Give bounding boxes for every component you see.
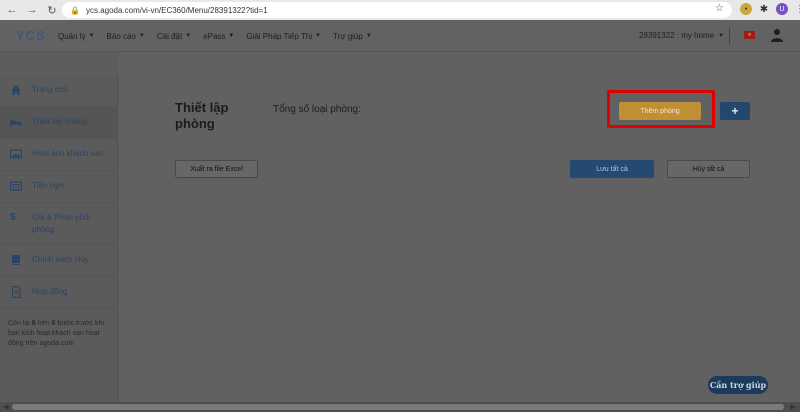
scroll-left-icon[interactable]: ◀ bbox=[1, 402, 11, 412]
sidebar-item-label: Giá & Phân phối phòng bbox=[32, 213, 91, 234]
menu-giai-phap[interactable]: Giải Pháp Tiếp Thị ▼ bbox=[246, 32, 321, 41]
bookmark-star-icon[interactable]: ☆ bbox=[715, 3, 724, 14]
setup-progress-note: Còn lại 6 trên 6 bước trước khi bạn kích… bbox=[8, 320, 105, 347]
add-plus-button[interactable]: + bbox=[720, 102, 750, 120]
export-excel-button[interactable]: Xuất ra file Excel bbox=[175, 160, 258, 178]
menu-quan-ly[interactable]: Quản lý ▼ bbox=[58, 32, 95, 41]
sidebar-item-amenities[interactable]: Tiện nghi bbox=[0, 171, 117, 203]
profile-avatar-icon[interactable]: U bbox=[776, 3, 788, 15]
ycs-logo[interactable]: YCS bbox=[16, 28, 46, 43]
sidebar-item-rates[interactable]: $ Giá & Phân phối phòng bbox=[0, 203, 117, 245]
vietnam-flag-icon[interactable]: ★ bbox=[744, 31, 755, 39]
menu-tro-giup[interactable]: Trợ giúp ▼ bbox=[333, 32, 372, 41]
sidebar-item-room-setup[interactable]: Thiết lập phòng bbox=[0, 107, 117, 139]
total-room-types-label: Tổng số loại phòng: bbox=[273, 104, 361, 115]
sidebar-item-label: Tiện nghi bbox=[32, 181, 65, 190]
main-content: Thiết lập phòng Tổng số loại phòng: Thêm… bbox=[119, 52, 800, 412]
sidebar-item-label: Trang chủ bbox=[32, 85, 68, 94]
menu-epass[interactable]: ePass ▼ bbox=[203, 32, 234, 41]
puzzle-icon[interactable]: ✱ bbox=[758, 3, 770, 15]
sidebar-item-label: Hợp đồng bbox=[32, 287, 68, 296]
reload-icon[interactable]: ↻ bbox=[44, 2, 60, 18]
caret-down-icon: ▼ bbox=[88, 33, 95, 39]
dollar-icon: $ bbox=[10, 212, 16, 223]
book-icon bbox=[10, 254, 22, 266]
image-icon bbox=[9, 148, 23, 160]
highlight-annotation bbox=[607, 90, 715, 128]
header-divider bbox=[729, 28, 730, 44]
user-icon[interactable] bbox=[770, 28, 784, 42]
account-selector[interactable]: 28391322 : my home ▼ bbox=[639, 31, 724, 40]
menu-cai-dat[interactable]: Cài đặt ▼ bbox=[157, 32, 191, 41]
caret-down-icon: ▼ bbox=[315, 33, 321, 39]
back-icon[interactable]: ← bbox=[4, 2, 20, 18]
app-header: YCS Quản lý ▼ Báo cáo ▼ Cài đặt ▼ ePass ▼ Gi… bbox=[0, 20, 800, 52]
sidebar-item-home[interactable]: Trang chủ bbox=[0, 75, 117, 107]
cancel-all-button[interactable]: Hủy tất cả bbox=[667, 160, 750, 178]
sidebar: Trang chủ Thiết lập phòng Hình ảnh khách… bbox=[0, 75, 118, 412]
list-icon bbox=[9, 180, 23, 192]
account-label: 28391322 : my home bbox=[639, 31, 715, 40]
caret-down-icon: ▼ bbox=[138, 33, 145, 39]
sidebar-item-label: Thiết lập phòng bbox=[32, 117, 88, 126]
document-icon bbox=[10, 285, 22, 299]
url-text: ycs.agoda.com/vi-vn/EC360/Menu/28391322?… bbox=[85, 5, 268, 15]
sidebar-item-label: Chính sách Hủy bbox=[32, 255, 89, 264]
browser-toolbar: ← → ↻ 🔒 ycs.agoda.com/vi-vn/EC360/Menu/2… bbox=[0, 0, 800, 20]
bed-icon bbox=[10, 116, 22, 128]
caret-down-icon: ▼ bbox=[718, 32, 725, 39]
more-options-icon[interactable]: ⋮ bbox=[794, 3, 800, 15]
menu-bao-cao[interactable]: Báo cáo ▼ bbox=[107, 32, 145, 41]
sidebar-item-hotel-images[interactable]: Hình ảnh khách sạn bbox=[0, 139, 117, 171]
main-menu: Quản lý ▼ Báo cáo ▼ Cài đặt ▼ ePass ▼ Giải P… bbox=[58, 20, 372, 52]
save-all-button[interactable]: Lưu tất cả bbox=[570, 160, 654, 178]
scrollbar-thumb[interactable] bbox=[12, 404, 784, 410]
caret-down-icon: ▼ bbox=[365, 33, 372, 39]
page-title: Thiết lập phòng bbox=[175, 100, 229, 131]
caret-down-icon: ▼ bbox=[228, 33, 235, 39]
sidebar-item-contract[interactable]: Hợp đồng bbox=[0, 277, 117, 309]
scroll-right-icon[interactable]: ▶ bbox=[788, 402, 798, 412]
extension-icon[interactable]: • bbox=[740, 3, 752, 15]
help-button[interactable]: Cần trợ giúp bbox=[708, 376, 768, 394]
sidebar-item-label: Hình ảnh khách sạn bbox=[32, 149, 104, 158]
sidebar-item-cancellation[interactable]: Chính sách Hủy bbox=[0, 245, 117, 277]
forward-icon[interactable]: → bbox=[24, 2, 40, 18]
home-icon bbox=[10, 84, 22, 96]
address-bar[interactable]: 🔒 ycs.agoda.com/vi-vn/EC360/Menu/2839132… bbox=[62, 2, 732, 18]
lock-icon: 🔒 bbox=[70, 5, 80, 15]
caret-down-icon: ▼ bbox=[185, 33, 192, 39]
